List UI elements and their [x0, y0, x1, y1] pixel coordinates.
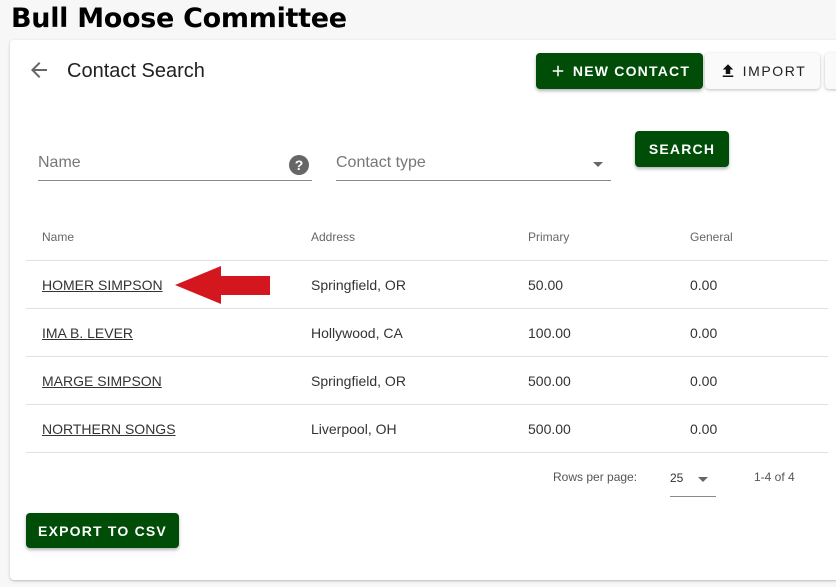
column-header-address[interactable]: Address — [311, 230, 355, 244]
contact-name-link[interactable]: IMA B. LEVER — [42, 325, 133, 341]
primary-cell: 100.00 — [528, 325, 571, 341]
upload-icon — [722, 64, 733, 77]
general-cell: 0.00 — [690, 277, 718, 293]
table-row: HOMER SIMPSON Springfield, OR 50.00 0.00 — [26, 261, 828, 309]
import-button[interactable]: IMPORT — [705, 53, 820, 89]
export-csv-button[interactable]: EXPORT TO CSV — [26, 513, 179, 548]
column-header-general[interactable]: General — [690, 230, 733, 244]
general-cell: 0.00 — [690, 325, 718, 341]
contact-type-select[interactable]: Contact type — [336, 142, 611, 181]
primary-cell: 500.00 — [528, 373, 571, 389]
general-cell: 0.00 — [690, 421, 718, 437]
primary-cell: 500.00 — [528, 421, 571, 437]
new-contact-button[interactable]: NEW CONTACT — [536, 53, 703, 89]
rows-per-page-select[interactable]: 25 — [670, 466, 716, 497]
address-cell: Hollywood, CA — [311, 325, 403, 341]
arrow-left-icon[interactable] — [27, 58, 51, 82]
primary-cell: 50.00 — [528, 277, 564, 293]
help-icon[interactable]: ? — [289, 155, 309, 175]
table-row: MARGE SIMPSON Springfield, OR 500.00 0.0… — [26, 357, 828, 405]
table-row: IMA B. LEVER Hollywood, CA 100.00 0.00 — [26, 309, 828, 357]
caret-down-icon — [593, 162, 603, 167]
contact-name-link[interactable]: MARGE SIMPSON — [42, 373, 162, 389]
plus-icon — [552, 65, 564, 77]
pagination-range: 1-4 of 4 — [754, 470, 795, 484]
column-header-name[interactable]: Name — [42, 230, 74, 244]
table-header: Name Address Primary General — [26, 216, 828, 261]
import-label: IMPORT — [742, 63, 807, 79]
contacts-table: Name Address Primary General HOMER SIMPS… — [26, 216, 828, 453]
address-cell: Springfield, OR — [311, 277, 406, 293]
general-cell: 0.00 — [690, 373, 718, 389]
name-placeholder: Name — [38, 154, 81, 171]
address-cell: Springfield, OR — [311, 373, 406, 389]
contact-name-link[interactable]: NORTHERN SONGS — [42, 421, 176, 437]
app-title: Bull Moose Committee — [11, 3, 347, 34]
contact-search-card: Contact Search NEW CONTACT IMPORT Name ?… — [10, 40, 836, 580]
search-button[interactable]: SEARCH — [635, 131, 729, 167]
table-row: NORTHERN SONGS Liverpool, OH 500.00 0.00 — [26, 405, 828, 453]
address-cell: Liverpool, OH — [311, 421, 397, 437]
contact-type-placeholder: Contact type — [336, 154, 426, 171]
rows-per-page-value: 25 — [670, 471, 684, 485]
name-field[interactable]: Name ? — [38, 142, 312, 181]
caret-down-icon — [698, 477, 708, 482]
column-header-primary[interactable]: Primary — [528, 230, 569, 244]
new-contact-label: NEW CONTACT — [572, 63, 691, 79]
page-title: Contact Search — [67, 60, 205, 82]
more-button[interactable] — [825, 53, 836, 89]
red-arrow-annotation-icon — [175, 266, 270, 304]
contact-name-link[interactable]: HOMER SIMPSON — [42, 277, 163, 293]
rows-per-page-label: Rows per page: — [553, 470, 638, 484]
